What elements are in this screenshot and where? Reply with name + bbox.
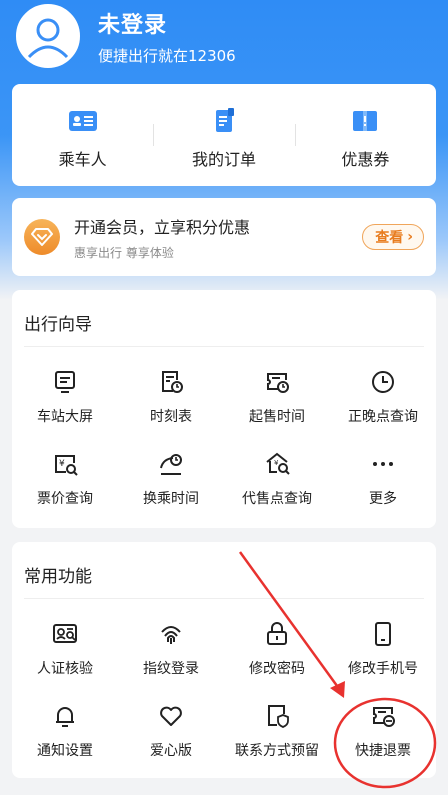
- guide-item-agency-query[interactable]: ¥ 代售点查询: [224, 450, 330, 532]
- profile-slogan: 便捷出行就在12306: [98, 46, 236, 65]
- grid-label: 修改密码: [249, 661, 305, 677]
- passenger-icon: [68, 111, 97, 131]
- sale-time-icon: [267, 373, 289, 393]
- func-item-notification-settings[interactable]: 通知设置: [12, 702, 118, 784]
- section-title: 出行向导: [24, 315, 92, 335]
- divider: [24, 346, 424, 347]
- quick-item-coupons[interactable]: 优惠券: [294, 84, 436, 186]
- coupon-icon: [353, 111, 378, 131]
- grid-label: 起售时间: [249, 409, 305, 425]
- svg-text:¥: ¥: [59, 459, 65, 469]
- station-screen-icon: [55, 371, 75, 393]
- more-icon: [373, 462, 393, 466]
- quick-label: 乘车人: [58, 150, 107, 169]
- vip-subtitle: 惠享出行 尊享体验: [74, 245, 174, 260]
- func-item-change-password[interactable]: 修改密码: [224, 620, 330, 702]
- quick-label: 优惠券: [341, 150, 390, 169]
- guide-item-timetable[interactable]: 时刻表: [118, 368, 224, 450]
- fingerprint-icon: [161, 626, 181, 644]
- func-item-fingerprint[interactable]: 指纹登录: [118, 620, 224, 702]
- vip-banner[interactable]: 开通会员，立享积分优惠 惠享出行 尊享体验 查看 ›: [12, 198, 436, 276]
- grid-label: 车站大屏: [37, 409, 93, 425]
- quick-refund-icon: [373, 707, 395, 727]
- guide-item-fare-query[interactable]: ¥ 票价查询: [12, 450, 118, 532]
- func-item-id-verify[interactable]: 人证核验: [12, 620, 118, 702]
- quick-label: 我的订单: [191, 150, 256, 169]
- bell-icon: [56, 707, 74, 727]
- travel-guide-card: 出行向导 车站大屏 时刻表 起售时间 正晚点查询 ¥ 票价查询 换乘时间 ¥ 代…: [12, 290, 436, 528]
- profile-header[interactable]: 未登录 便捷出行就在12306: [16, 0, 236, 72]
- func-item-care-mode[interactable]: 爱心版: [118, 702, 224, 784]
- func-item-change-phone[interactable]: 修改手机号: [330, 620, 436, 702]
- grid-label: 正晚点查询: [348, 409, 418, 425]
- vip-title: 开通会员，立享积分优惠: [74, 217, 251, 237]
- id-verify-icon: [53, 624, 77, 643]
- travel-guide-grid: 车站大屏 时刻表 起售时间 正晚点查询 ¥ 票价查询 换乘时间 ¥ 代售点查询 …: [12, 368, 436, 532]
- lock-icon: [267, 622, 287, 645]
- agency-query-icon: ¥: [266, 452, 290, 475]
- grid-label: 代售点查询: [242, 491, 312, 507]
- quick-actions-card: 乘车人 我的订单 优惠券: [12, 84, 436, 186]
- grid-label: 通知设置: [37, 743, 93, 759]
- grid-label: 时刻表: [150, 409, 192, 425]
- vip-view-button[interactable]: 查看 ›: [362, 224, 424, 250]
- guide-item-station-screen[interactable]: 车站大屏: [12, 368, 118, 450]
- contact-shield-icon: [268, 705, 289, 728]
- grid-label: 快捷退票: [355, 743, 411, 759]
- timetable-icon: [162, 371, 183, 393]
- func-item-quick-refund[interactable]: 快捷退票: [330, 702, 436, 784]
- common-functions-grid: 人证核验 指纹登录 修改密码 修改手机号 通知设置 爱心版 联系方式预留 快捷退…: [12, 620, 436, 784]
- grid-label: 爱心版: [150, 743, 192, 759]
- clock-icon: [372, 371, 394, 393]
- svg-text:¥: ¥: [274, 459, 279, 467]
- guide-item-sale-time[interactable]: 起售时间: [224, 368, 330, 450]
- quick-item-orders[interactable]: 我的订单: [153, 84, 294, 186]
- vip-view-label: 查看: [375, 230, 404, 246]
- grid-label: 票价查询: [37, 491, 93, 507]
- guide-item-more[interactable]: 更多: [330, 450, 436, 532]
- heart-icon: [160, 706, 182, 726]
- order-icon: [215, 108, 234, 132]
- grid-label: 人证核验: [37, 661, 93, 677]
- user-avatar-icon: [19, 7, 77, 65]
- func-item-contact-reserve[interactable]: 联系方式预留: [224, 702, 330, 784]
- phone-icon: [375, 622, 391, 646]
- fare-query-icon: ¥: [55, 455, 78, 476]
- transfer-time-icon: [160, 454, 182, 475]
- vip-badge: [24, 219, 60, 255]
- quick-item-passenger[interactable]: 乘车人: [12, 84, 153, 186]
- grid-label: 修改手机号: [348, 661, 418, 677]
- section-title: 常用功能: [24, 567, 92, 587]
- guide-item-delay-query[interactable]: 正晚点查询: [330, 368, 436, 450]
- chevron-right-icon: ›: [407, 229, 413, 245]
- guide-item-transfer-time[interactable]: 换乘时间: [118, 450, 224, 532]
- avatar[interactable]: [16, 4, 80, 68]
- grid-label: 换乘时间: [143, 491, 199, 507]
- diamond-icon: [31, 228, 53, 246]
- divider: [24, 598, 424, 599]
- login-status[interactable]: 未登录: [98, 7, 236, 39]
- grid-label: 联系方式预留: [235, 743, 319, 759]
- grid-label: 更多: [369, 491, 397, 507]
- grid-label: 指纹登录: [143, 661, 199, 677]
- common-functions-card: 常用功能 人证核验 指纹登录 修改密码 修改手机号 通知设置 爱心版 联系方式预…: [12, 542, 436, 778]
